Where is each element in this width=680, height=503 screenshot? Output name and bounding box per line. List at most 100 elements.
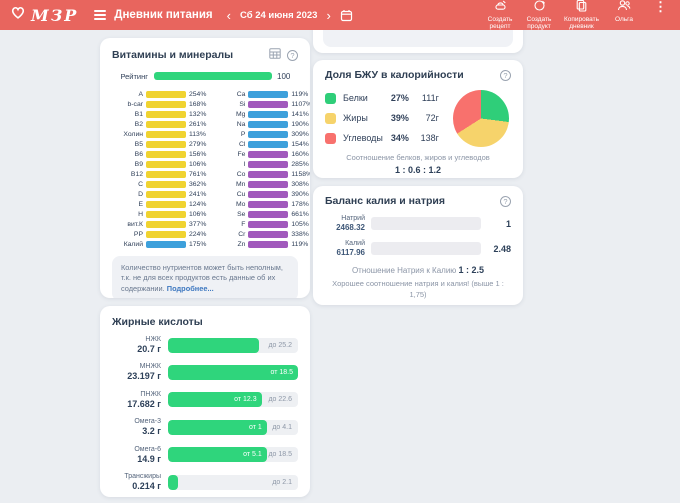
legend-grams: 111г (421, 93, 439, 103)
vitamin-label: C (138, 180, 143, 188)
vitamin-bar (248, 140, 289, 148)
fatty-acid-row: МНЖК 23.197 г от 18.5 (112, 363, 298, 381)
vitamin-bar (248, 90, 289, 98)
fatty-acid-value: 23.197 г (127, 371, 161, 382)
vitamin-label: E (138, 200, 143, 208)
fatty-acid-name: Омега-6 (134, 445, 161, 453)
nak-title: Баланс калия и натрия (325, 195, 445, 207)
vitamin-label: Mo (235, 200, 246, 208)
rating-row: Рейтинг 100 (112, 70, 298, 82)
nak-rows: Натрий 2468.32 1 Калий 6117.96 2.48 (325, 215, 511, 257)
table-view-icon[interactable] (269, 46, 281, 64)
vitamin-row: Mn 308% (214, 179, 310, 189)
fatty-acid-row: ПНЖК 17.682 г от 12.3 до 22.6 (112, 391, 298, 409)
vitamin-bar (146, 150, 186, 158)
vitamin-percent: 661% (291, 210, 309, 218)
app-header: МЗР Дневник питания ‹ Сб 24 июня 2023 › … (0, 0, 680, 30)
vitamin-percent: 377% (189, 220, 207, 228)
vitamin-label: A (138, 90, 143, 98)
calendar-icon[interactable] (340, 9, 353, 22)
vitamin-label: B1 (134, 110, 143, 118)
legend-percent: 39% (390, 113, 409, 123)
vitamin-bar (248, 150, 289, 158)
nak-note: Хорошее соотношение натрия и калия! (выш… (332, 279, 504, 299)
vitamin-label: Mn (235, 180, 246, 188)
vitamins-left-list: A 254% b-car 168% B1 132% B2 261% Холин … (112, 89, 206, 249)
vitamin-percent: 141% (291, 110, 309, 118)
next-day-button[interactable]: › (324, 9, 332, 22)
legend-label: Белки (343, 93, 368, 103)
legend-percent: 27% (390, 93, 409, 103)
fatty-acid-max-label: до 22.6 (268, 396, 292, 404)
copy-diary-button[interactable]: Копировать дневник (564, 0, 599, 31)
vitamin-percent: 175% (189, 240, 207, 248)
vitamin-percent: 309% (291, 130, 309, 138)
fatty-acids-list: НЖК 20.7 г до 25.2 МНЖК 23.197 г от 18.5… (112, 336, 298, 491)
vitamin-label: Cu (236, 190, 246, 198)
fatty-acid-bar: от 1 до 4.1 (168, 419, 298, 435)
vitamin-row: Холин 113% (112, 129, 206, 139)
more-link[interactable]: Подробнее... (167, 284, 214, 293)
legend-grams: 72г (425, 113, 439, 123)
fatty-acid-max-label: до 2.1 (272, 478, 292, 486)
nak-ratio-value: 1 : 2.5 (458, 265, 485, 276)
vitamin-percent: 1107% (291, 100, 310, 108)
vitamin-bar (248, 190, 289, 198)
vitamin-row: D 241% (112, 189, 206, 199)
action-label: Создать (526, 15, 552, 23)
legend-grams: 138г (420, 133, 439, 143)
fatty-acid-value: 0.214 г (132, 481, 161, 491)
vitamin-label: H (138, 210, 143, 218)
hamburger-menu-icon[interactable] (94, 10, 107, 20)
vitamin-bar (146, 110, 186, 118)
vitamin-bar (146, 190, 186, 198)
vitamin-row: I 285% (214, 159, 310, 169)
vitamin-percent: 124% (189, 200, 207, 208)
vitamin-row: Mg 141% (214, 109, 310, 119)
legend-swatch (325, 112, 336, 124)
vitamin-percent: 156% (189, 150, 207, 158)
vitamin-bar (146, 200, 186, 208)
vitamin-bar (248, 220, 289, 228)
action-label: продукт (527, 23, 551, 31)
mineral-balance-row: Калий 6117.96 2.48 (325, 240, 511, 257)
recipe-icon (494, 0, 507, 16)
fatty-acid-name: МНЖК (139, 363, 161, 371)
user-menu-button[interactable]: Ольга (610, 0, 638, 23)
vitamin-bar (248, 210, 289, 218)
vitamin-label: Na (236, 120, 246, 128)
more-options-icon[interactable]: ⋮ (651, 0, 670, 15)
bju-title: Доля БЖУ в калорийности (325, 69, 464, 81)
prev-day-button[interactable]: ‹ (225, 9, 233, 22)
vitamin-bar (146, 100, 186, 108)
vitamin-percent: 390% (291, 190, 309, 198)
help-icon[interactable]: ? (500, 69, 511, 81)
create-product-button[interactable]: Создать продукт (525, 0, 553, 31)
fatty-acid-max-label: до 18.5 (268, 451, 292, 459)
help-icon[interactable]: ? (500, 195, 511, 207)
fatty-acid-row: НЖК 20.7 г до 25.2 (112, 336, 298, 354)
vitamin-label: Cl (238, 140, 246, 148)
fatty-acid-value: 3.2 г (142, 426, 161, 437)
header-actions: Создать рецепт Создать продукт Копироват… (486, 0, 670, 31)
fatty-acids-title: Жирные кислоты (112, 316, 203, 328)
copy-icon (575, 0, 588, 16)
create-recipe-button[interactable]: Создать рецепт (486, 0, 514, 31)
action-label: Копировать (564, 15, 599, 23)
vitamin-bar (248, 230, 289, 238)
bju-ratio-label: Соотношение белков, жиров и углеводов (346, 153, 490, 162)
app-logo[interactable]: МЗР (10, 5, 78, 25)
vitamin-bar (146, 220, 186, 228)
vitamin-percent: 224% (189, 230, 207, 238)
fatty-acid-value: 17.682 г (127, 398, 161, 409)
product-icon (533, 0, 546, 16)
vitamin-label: I (243, 160, 246, 168)
vitamin-bar (248, 130, 289, 138)
logo-text: МЗР (31, 5, 79, 25)
vitamin-row: B9 106% (112, 159, 206, 169)
fatty-acid-name: Трансжиры (124, 472, 161, 480)
vitamin-bar (248, 100, 289, 108)
help-icon[interactable]: ? (287, 49, 298, 61)
vitamin-label: PP (133, 230, 143, 238)
vitamin-percent: 106% (189, 210, 207, 218)
